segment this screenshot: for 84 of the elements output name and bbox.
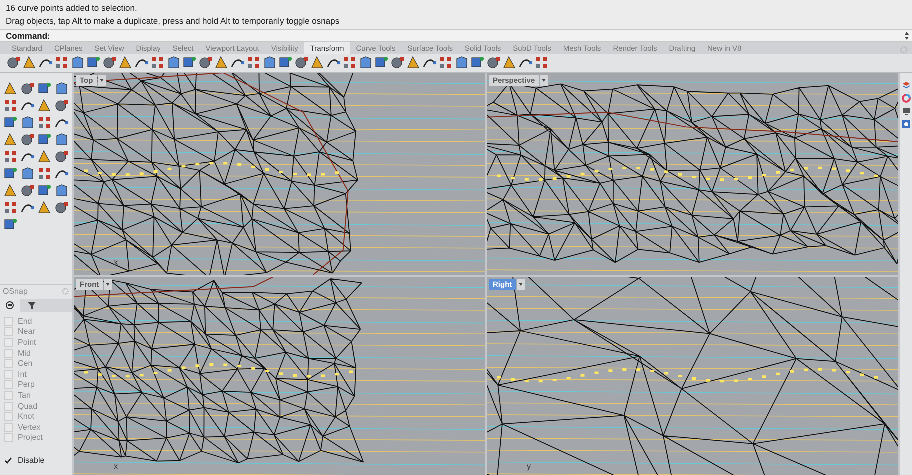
tool-icon[interactable] bbox=[54, 149, 69, 164]
tool-icon[interactable] bbox=[37, 81, 52, 96]
toolbar-icon[interactable] bbox=[214, 55, 229, 70]
toolbar-icon[interactable] bbox=[310, 55, 325, 70]
tool-icon[interactable] bbox=[3, 132, 18, 147]
tool-icon[interactable] bbox=[54, 132, 69, 147]
tool-icon[interactable] bbox=[20, 132, 35, 147]
history-line: Drag objects, tap Alt to make a duplicate, press and hold Alt to temporarily toggle osnaps bbox=[6, 15, 341, 28]
toolbar-icon[interactable] bbox=[374, 55, 389, 70]
layers-icon[interactable] bbox=[902, 81, 910, 90]
axis-label: x bbox=[114, 462, 118, 471]
tool-icon[interactable] bbox=[54, 183, 69, 198]
toolbar-icon[interactable] bbox=[102, 55, 117, 70]
toolbar-icon[interactable] bbox=[70, 55, 85, 70]
osnap-label: Quad bbox=[18, 402, 38, 411]
panel-title: OSnap bbox=[3, 287, 28, 296]
toolbar-icon[interactable] bbox=[182, 55, 197, 70]
checkbox[interactable] bbox=[4, 422, 13, 432]
tool-icon[interactable] bbox=[54, 98, 69, 113]
tool-icon[interactable] bbox=[3, 115, 18, 130]
color-wheel-icon[interactable] bbox=[902, 94, 910, 103]
tool-icon[interactable] bbox=[20, 81, 35, 96]
tool-icon[interactable] bbox=[3, 81, 18, 96]
checkbox[interactable] bbox=[4, 359, 13, 368]
tool-icon[interactable] bbox=[37, 98, 52, 113]
axis-label: y bbox=[527, 462, 531, 471]
axis-label: x bbox=[114, 258, 118, 267]
osnap-label: Mid bbox=[18, 348, 31, 358]
toolbar-icon[interactable] bbox=[22, 55, 37, 70]
tool-icon[interactable] bbox=[3, 217, 18, 232]
toolbar-icon[interactable] bbox=[406, 55, 421, 70]
osnap-label: Point bbox=[18, 338, 36, 347]
checkbox[interactable] bbox=[4, 390, 13, 400]
snap-icon[interactable] bbox=[5, 301, 15, 310]
osnap-label: Tan bbox=[18, 390, 31, 400]
checkbox[interactable] bbox=[4, 433, 13, 442]
toolbar-icon[interactable] bbox=[278, 55, 293, 70]
toolbar-icon[interactable] bbox=[86, 55, 101, 70]
filter-icon[interactable] bbox=[27, 301, 37, 310]
toolbar-icon[interactable] bbox=[358, 55, 373, 70]
osnap-label: Near bbox=[18, 327, 36, 336]
spinner-icon[interactable] bbox=[904, 30, 910, 40]
osnap-label: Cen bbox=[18, 359, 33, 368]
toolbar-icon[interactable] bbox=[486, 55, 501, 70]
monitor-icon[interactable] bbox=[902, 107, 910, 116]
disable-label: Disable bbox=[18, 456, 45, 465]
toolbar-icon[interactable] bbox=[454, 55, 469, 70]
tool-icon[interactable] bbox=[3, 166, 18, 181]
toolbar-icon[interactable] bbox=[6, 55, 21, 70]
tool-icon[interactable] bbox=[20, 166, 35, 181]
history-line: 16 curve points added to selection. bbox=[6, 2, 138, 15]
tool-icon[interactable] bbox=[54, 200, 69, 215]
toolbar-icon[interactable] bbox=[470, 55, 485, 70]
osnap-label: Int bbox=[18, 370, 27, 379]
toolbar-icon[interactable] bbox=[198, 55, 213, 70]
osnap-label: Knot bbox=[18, 412, 34, 422]
osnap-label: Perp bbox=[18, 380, 35, 390]
tool-icon[interactable] bbox=[3, 183, 18, 198]
tool-icon[interactable] bbox=[37, 200, 52, 215]
toolbar-icon[interactable] bbox=[502, 55, 517, 70]
tool-icon[interactable] bbox=[20, 115, 35, 130]
osnap-label: Project bbox=[18, 433, 43, 442]
tool-icon[interactable] bbox=[37, 132, 52, 147]
toolbar-icon[interactable] bbox=[262, 55, 277, 70]
command-label: Command: bbox=[6, 30, 50, 40]
osnap-label: Vertex bbox=[18, 422, 41, 432]
checkbox[interactable] bbox=[4, 380, 13, 390]
toolbar-icon[interactable] bbox=[390, 55, 405, 70]
checkbox[interactable] bbox=[4, 316, 13, 326]
tool-icon[interactable] bbox=[54, 81, 69, 96]
tool-icon[interactable] bbox=[20, 183, 35, 198]
checkbox[interactable] bbox=[4, 348, 13, 358]
checkbox[interactable] bbox=[4, 456, 13, 465]
tool-icon[interactable] bbox=[37, 149, 52, 164]
tool-icon[interactable] bbox=[37, 183, 52, 198]
checkbox[interactable] bbox=[4, 412, 13, 422]
osnap-label: End bbox=[18, 316, 32, 326]
checkbox[interactable] bbox=[4, 370, 13, 379]
toolbar-icon[interactable] bbox=[118, 55, 133, 70]
checkbox[interactable] bbox=[4, 327, 13, 336]
checkbox[interactable] bbox=[4, 338, 13, 347]
checkbox[interactable] bbox=[4, 402, 13, 411]
toolbar-icon[interactable] bbox=[166, 55, 181, 70]
toolbar-icon[interactable] bbox=[294, 55, 309, 70]
